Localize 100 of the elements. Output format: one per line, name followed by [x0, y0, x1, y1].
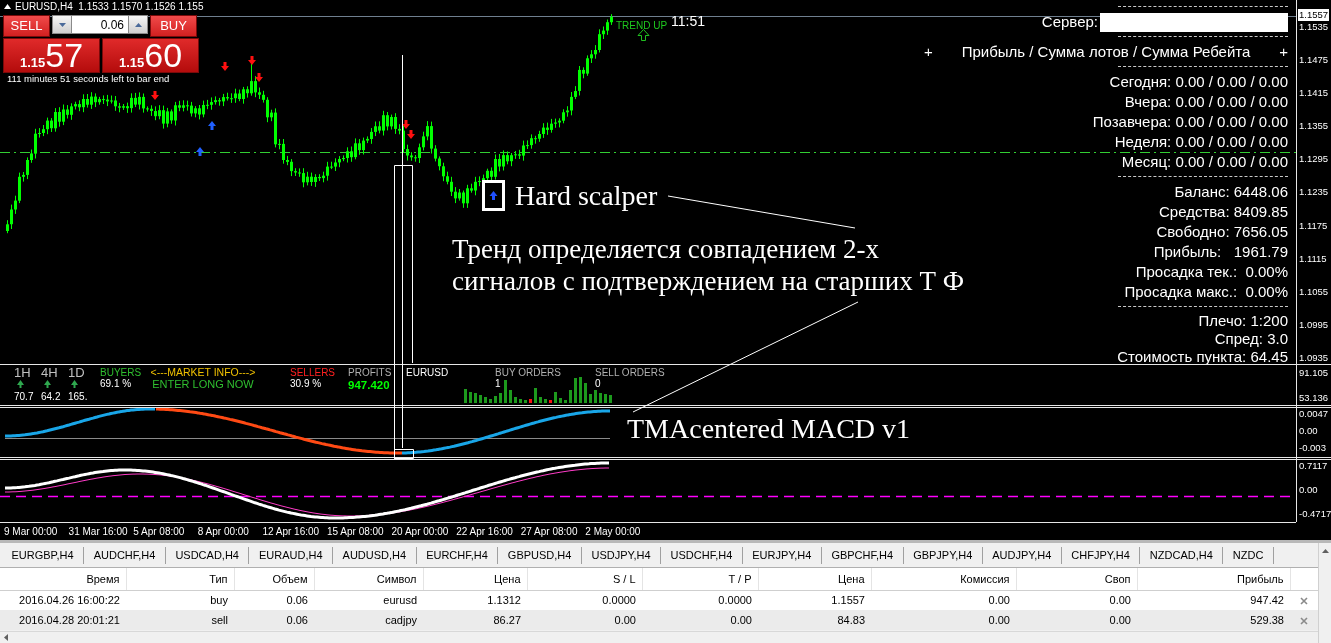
axis-value: -0.4717 — [1299, 508, 1331, 520]
horizontal-scrollbar[interactable] — [0, 631, 1318, 643]
symbol-tab[interactable]: EURGBP,H4 — [2, 546, 85, 564]
histogram-bar — [484, 397, 487, 403]
buy-button[interactable]: BUY — [150, 15, 197, 37]
column-header[interactable]: Цена — [758, 568, 871, 590]
histogram-bar — [599, 393, 602, 403]
histogram-bar — [494, 396, 497, 403]
table-cell: sell — [126, 610, 234, 630]
histogram-bar — [474, 393, 477, 403]
symbol-tab[interactable]: USDJPY,H4 — [581, 546, 662, 564]
sellers-label: SELLERS — [290, 367, 337, 378]
histogram-bar — [544, 399, 547, 403]
column-header[interactable]: Цена — [423, 568, 527, 590]
market-info-title: <---MARKET INFO---> — [150, 367, 256, 378]
up-arrow-icon — [17, 380, 24, 388]
left-arrow-icon[interactable] — [4, 634, 8, 641]
signal-text: ENTER LONG NOW — [152, 378, 254, 391]
symbol-tab[interactable]: AUDJPY,H4 — [982, 546, 1062, 564]
column-header[interactable]: Тип — [126, 568, 234, 590]
histogram-bar — [504, 380, 507, 403]
table-cell: 1.1312 — [423, 590, 527, 610]
symbol-tab[interactable]: GBPJPY,H4 — [903, 546, 983, 564]
histogram-bar — [594, 390, 597, 403]
histogram-bar — [479, 395, 482, 403]
volume-field[interactable]: 0.06 — [72, 15, 128, 34]
triangle-icon[interactable] — [4, 4, 11, 9]
caret-down-icon — [58, 22, 66, 27]
price-label: 1.1115 — [1299, 252, 1328, 265]
axis-value: -0.003 — [1299, 442, 1327, 454]
table-cell: 0.0000 — [642, 590, 758, 610]
plus-mark: + — [924, 42, 933, 62]
column-header[interactable]: Своп — [1016, 568, 1137, 590]
column-header[interactable]: Прибыль — [1137, 568, 1290, 590]
table-cell: 2016.04.26 16:00:22 — [0, 590, 126, 610]
sell-orders-label: SELL ORDERS — [595, 367, 666, 378]
close-icon[interactable] — [1300, 597, 1308, 606]
symbol-tab[interactable]: EURAUD,H4 — [249, 546, 334, 564]
symbol-tab[interactable]: GBPUSD,H4 — [498, 546, 582, 564]
table-cell: 84.83 — [758, 610, 871, 630]
up-arrow-icon[interactable] — [1321, 549, 1329, 553]
table-cell: 947.42 — [1137, 590, 1290, 610]
account-stat: Баланс: 6448.06 — [1174, 182, 1288, 202]
buyers-label: BUYERS — [100, 367, 143, 378]
time-label: 27 Apr 08:00 — [520, 525, 579, 538]
price-label: 1.1355 — [1299, 120, 1330, 133]
account-stat: Свободно: 7656.05 — [1156, 222, 1288, 242]
bar-timer: 111 minutes 51 seconds left to bar end — [7, 73, 170, 85]
column-header[interactable]: T / P — [642, 568, 758, 590]
buyers-value: 69.1 % — [100, 378, 133, 389]
period-stat: Месяц: 0.00 / 0.00 / 0.00 — [1121, 152, 1288, 172]
table-cell: 0.06 — [234, 590, 314, 610]
caret-up-icon — [134, 22, 142, 27]
symbol-tab[interactable]: NZDCAD,H4 — [1140, 546, 1224, 564]
histogram-bar — [564, 400, 567, 403]
symbol-tab[interactable]: NZDC — [1223, 546, 1274, 564]
symbol-tab[interactable]: USDCHF,H4 — [661, 546, 743, 564]
column-header[interactable]: Время — [0, 568, 126, 590]
time-label: 31 Mar 16:00 — [68, 525, 129, 538]
column-header[interactable]: S / L — [527, 568, 642, 590]
table-cell: 529.38 — [1137, 610, 1290, 630]
signal-label: Hard scalper — [515, 180, 658, 211]
table-cell: 0.0000 — [527, 590, 642, 610]
close-icon[interactable] — [1300, 617, 1308, 626]
up-arrow-icon — [44, 380, 51, 388]
symbol-tab[interactable]: USDCAD,H4 — [165, 546, 250, 564]
period-stat: Позавчера: 0.00 / 0.00 / 0.00 — [1092, 112, 1288, 132]
axis-value: 0.0047 — [1299, 408, 1330, 420]
time-label: 22 Apr 16:00 — [456, 525, 514, 538]
timeframe-value: 70.7 — [14, 391, 34, 402]
increase-button[interactable] — [128, 15, 148, 34]
histogram-bar — [604, 394, 607, 403]
price-label: 1.1295 — [1299, 153, 1330, 166]
column-header[interactable]: Объем — [234, 568, 314, 590]
column-header[interactable]: Символ — [314, 568, 423, 590]
vertical-scrollbar[interactable] — [1318, 543, 1331, 643]
histogram-bar — [519, 399, 522, 403]
axis-value: 53.136 — [1299, 392, 1330, 404]
table-cell: 0.00 — [871, 610, 1016, 630]
symbol-tab[interactable]: EURJPY,H4 — [742, 546, 822, 564]
column-header[interactable]: Комиссия — [871, 568, 1016, 590]
symbol-tab[interactable]: CHFJPY,H4 — [1061, 546, 1141, 564]
decrease-button[interactable] — [52, 15, 72, 34]
histogram-bar — [469, 392, 472, 403]
time-label: 12 Apr 16:00 — [262, 525, 321, 538]
up-arrow-icon — [196, 147, 204, 156]
sell-price-button[interactable]: 1.1557 — [3, 38, 100, 73]
histogram-bar — [464, 389, 467, 403]
trading-stat: Спред: 3.0 — [1214, 330, 1288, 348]
buy-price-button[interactable]: 1.1560 — [102, 38, 199, 73]
sell-button[interactable]: SELL — [3, 15, 50, 37]
symbol-tab[interactable]: AUDUSD,H4 — [333, 546, 417, 564]
symbol-tab[interactable]: EURCHF,H4 — [416, 546, 499, 564]
symbol-tab[interactable]: AUDCHF,H4 — [84, 546, 166, 564]
table-cell: 0.00 — [1016, 610, 1137, 630]
histogram-bar — [509, 390, 512, 403]
table-row[interactable]: 2016.04.28 20:01:21 sell 0.06 cadjpy 86.27 0.00 0.00 84.83 0.00 0.00 529.38 — [0, 610, 1318, 630]
table-row[interactable]: 2016.04.26 16:00:22 buy 0.06 eurusd 1.1312 0.0000 0.0000 1.1557 0.00 0.00 947.42 — [0, 590, 1318, 610]
symbol-tab[interactable]: GBPCHF,H4 — [821, 546, 904, 564]
period-stat: Вчера: 0.00 / 0.00 / 0.00 — [1124, 92, 1288, 112]
